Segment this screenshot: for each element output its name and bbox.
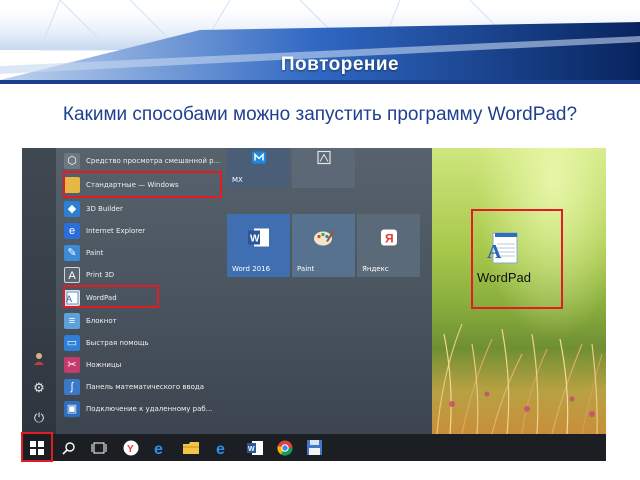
app-item-3d-builder[interactable]: ◆ 3D Builder [64,198,224,220]
tile-mx[interactable]: MX [227,148,290,188]
slide-header: Повторение [0,0,640,84]
app-label: Internet Explorer [86,227,146,235]
app-label: Блокнот [86,317,117,325]
internet-explorer-icon: e [64,223,80,239]
math-input-icon: ∫ [64,379,80,395]
remote-desktop-icon: ▣ [64,401,80,417]
app-item-math-input-panel[interactable]: ∫ Панель математического ввода [64,376,224,398]
windows-screenshot: ⚙ ⏻ ⬡ Средство просмотра смешанной р... … [22,148,606,461]
tile-label: Яндекс [362,265,389,273]
app-item-internet-explorer[interactable]: e Internet Explorer [64,220,224,242]
tile-label: Word 2016 [232,265,271,273]
tile-paint[interactable]: Paint [292,214,355,277]
quick-assist-icon: ▭ [64,335,80,351]
paint-tile-icon [313,228,335,253]
app-label: 3D Builder [86,205,123,213]
svg-text:e: e [154,441,163,456]
highlight-start-button [21,432,53,462]
svg-text:Y: Y [127,444,134,455]
scissors-icon: ✂ [64,357,80,373]
highlight-desktop-wordpad [471,209,563,309]
app-label: Быстрая помощь [86,339,149,347]
app-item-notepad[interactable]: ≡ Блокнот [64,310,224,332]
tile-yandex[interactable]: Я Яндекс [357,214,420,277]
file-explorer-icon[interactable] [182,439,199,456]
app-label: Print 3D [86,271,115,279]
paint-icon: ✎ [64,245,80,261]
svg-text:W: W [248,446,255,453]
start-menu-rail: ⚙ ⏻ [22,148,56,434]
yandex-browser-icon[interactable]: Y [122,439,139,456]
tile-label: Paint [297,265,315,273]
3d-builder-icon: ◆ [64,201,80,217]
edge-icon[interactable]: e [214,439,231,456]
search-icon[interactable] [60,439,77,456]
app-label: Средство просмотра смешанной р... [86,157,221,165]
print-3d-icon: A [64,267,80,283]
app-label: Paint [86,249,104,257]
task-view-icon[interactable] [90,439,107,456]
yandex-tile-icon: Я [379,228,399,253]
word-tile-icon: W [247,228,270,253]
chrome-icon[interactable] [276,439,293,456]
mixed-reality-viewer-icon: ⬡ [64,153,80,169]
power-icon[interactable]: ⏻ [31,410,47,426]
highlight-accessories-group [63,171,222,198]
mx-tile-icon [251,151,267,170]
slide-title: Повторение [280,54,400,75]
app-label: Панель математического ввода [86,383,205,391]
svg-text:W: W [250,234,260,245]
tile-camera[interactable] [292,148,355,188]
word-icon[interactable]: W [246,439,263,456]
question-text: Какими способами можно запустить програм… [62,104,578,125]
user-avatar-icon[interactable] [31,351,47,367]
app-label: Подключение к удаленному раб... [86,405,213,413]
svg-text:e: e [216,441,225,456]
edge-icon[interactable]: e [152,439,169,456]
floppy-icon[interactable] [306,439,323,456]
svg-text:Я: Я [385,232,394,246]
tile-label: MX [232,176,243,184]
app-item-paint[interactable]: ✎ Paint [64,242,224,264]
app-item-print-3d[interactable]: A Print 3D [64,264,224,286]
tile-word-2016[interactable]: W Word 2016 [227,214,290,277]
taskbar: Y e e W [22,434,606,461]
settings-gear-icon[interactable]: ⚙ [31,380,47,396]
camera-tile-icon [316,150,332,171]
app-item-mixed-reality-viewer[interactable]: ⬡ Средство просмотра смешанной р... [64,150,224,172]
highlight-wordpad-item [63,285,159,308]
app-item-snipping-tool[interactable]: ✂ Ножницы [64,354,224,376]
app-label: Ножницы [86,361,122,369]
app-item-quick-assist[interactable]: ▭ Быстрая помощь [64,332,224,354]
app-item-remote-desktop[interactable]: ▣ Подключение к удаленному раб... [64,398,224,420]
notepad-icon: ≡ [64,313,80,329]
